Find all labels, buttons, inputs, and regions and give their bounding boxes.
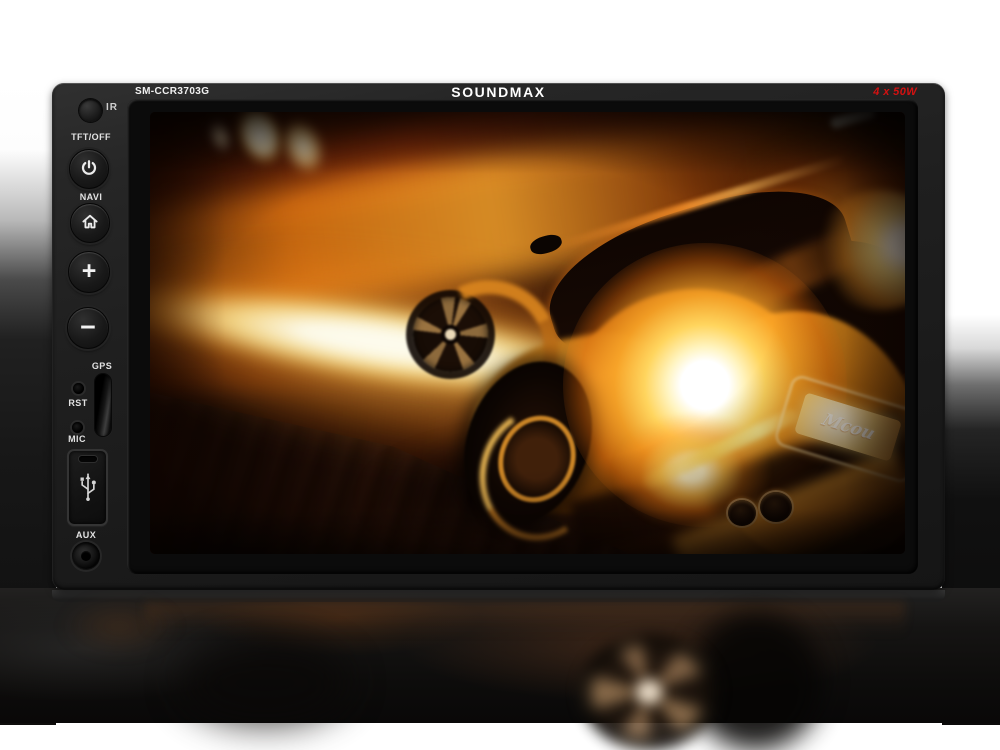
volume-up-button[interactable]: + [68, 251, 110, 293]
tft-off-label: TFT/OFF [60, 132, 122, 142]
home-icon [80, 212, 100, 235]
reset-pinhole[interactable] [73, 383, 84, 394]
power-button[interactable] [69, 149, 109, 189]
mic-label: MIC [55, 434, 99, 444]
reflection-wheel-hub [636, 680, 662, 704]
head-unit: SM-CCR3703G SOUNDMAX 4 x 50W IR TFT/OFF … [52, 83, 945, 590]
touchscreen[interactable]: Mcou [150, 112, 905, 554]
gps-label: GPS [74, 361, 130, 371]
product-photo: SM-CCR3703G SOUNDMAX 4 x 50W IR TFT/OFF … [0, 0, 1000, 750]
aux-jack[interactable] [72, 542, 100, 570]
navi-label: NAVI [63, 192, 119, 202]
brand-logo: SOUNDMAX [52, 84, 945, 100]
microphone-hole [72, 422, 83, 433]
reflection-glow [60, 596, 180, 656]
aux-jack-hole [81, 551, 91, 561]
vignette [150, 112, 905, 554]
screen-bezel: Mcou [127, 99, 918, 574]
usb-icon [78, 467, 98, 508]
minus-icon: − [80, 314, 96, 343]
rst-label: RST [55, 398, 101, 408]
navi-home-button[interactable] [70, 203, 110, 243]
ir-icon: IR [106, 102, 118, 113]
aux-label: AUX [61, 530, 111, 540]
usb-slot [79, 456, 97, 462]
reflection-device-edge [52, 590, 945, 602]
usb-port[interactable] [67, 449, 108, 526]
plus-icon: + [82, 259, 97, 286]
volume-down-button[interactable]: − [67, 307, 109, 349]
ir-sensor [79, 99, 102, 122]
reflection-smudge [180, 640, 350, 725]
power-icon [80, 159, 98, 180]
power-rating: 4 x 50W [873, 86, 917, 98]
